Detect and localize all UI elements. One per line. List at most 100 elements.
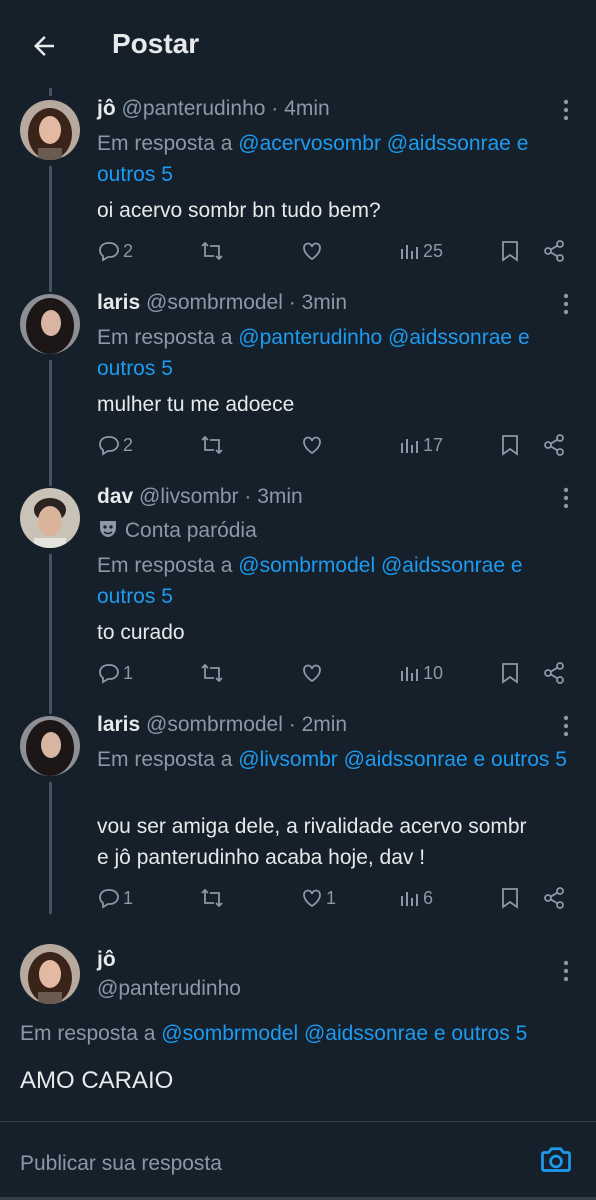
tweet-text: mulher tu me adoece	[97, 393, 295, 416]
page-title: Postar	[112, 28, 200, 59]
mention-link[interactable]: @aidssonrae	[304, 1022, 428, 1045]
share-icon	[544, 662, 564, 684]
views-button[interactable]: 25	[399, 235, 443, 267]
share-icon	[544, 434, 564, 456]
bookmark-button[interactable]	[499, 657, 521, 689]
repost-button[interactable]	[199, 429, 225, 461]
parody-label: Conta paródia	[97, 518, 257, 543]
post-text: AMO CARAIO	[20, 1067, 174, 1094]
view-count: 25	[423, 240, 444, 261]
share-button[interactable]	[542, 657, 566, 689]
reply-button[interactable]: 1	[97, 657, 133, 689]
display-name[interactable]: laris	[97, 713, 140, 736]
bookmark-button[interactable]	[499, 235, 521, 267]
repost-button[interactable]	[199, 235, 225, 267]
heart-icon	[303, 664, 321, 683]
bookmark-button[interactable]	[499, 882, 521, 914]
tweet[interactable]: dav @livsombr · 3min Conta paródia Em re…	[0, 485, 596, 691]
user-handle[interactable]: @panterudinho	[122, 97, 266, 120]
heart-icon	[303, 889, 321, 908]
tweet-text-line: e jô panterudinho acaba hoje, dav !	[97, 846, 426, 869]
tweet[interactable]: laris @sombrmodel · 3min Em resposta a @…	[0, 291, 596, 463]
reply-button[interactable]: 2	[97, 235, 133, 267]
like-button[interactable]	[300, 657, 324, 689]
reply-count: 2	[123, 434, 134, 455]
back-button[interactable]	[24, 26, 64, 66]
repost-icon	[201, 435, 223, 455]
reply-icon	[99, 436, 119, 456]
more-options-button[interactable]	[556, 97, 576, 123]
reply-input[interactable]: Publicar sua resposta	[20, 1152, 222, 1176]
user-handle[interactable]: @sombrmodel	[146, 291, 283, 314]
tweet-text: vou ser amiga dele, a rivalidade acervo …	[97, 811, 587, 873]
mention-link[interactable]: @livsombr	[238, 748, 338, 771]
display-name[interactable]: jô	[97, 948, 116, 972]
mention-link[interactable]: @aidssonrae	[381, 554, 505, 577]
mention-link[interactable]: @sombrmodel	[161, 1022, 298, 1045]
bookmark-icon	[502, 663, 518, 684]
views-button[interactable]: 6	[399, 882, 433, 914]
share-button[interactable]	[542, 882, 566, 914]
reply-button[interactable]: 2	[97, 429, 133, 461]
views-icon	[401, 439, 418, 453]
timestamp: 3min	[301, 291, 348, 314]
mention-link[interactable]: @panterudinho	[238, 326, 382, 349]
tweet-header: laris @sombrmodel · 2min	[97, 713, 347, 737]
bookmark-icon	[502, 241, 518, 262]
reply-composer[interactable]: Publicar sua resposta	[0, 1122, 596, 1200]
user-handle[interactable]: @sombrmodel	[146, 713, 283, 736]
reply-others-link[interactable]: e outros 5	[474, 748, 567, 771]
tweet-header: laris @sombrmodel · 3min	[97, 291, 347, 315]
reply-icon	[99, 664, 119, 684]
thread-line	[49, 88, 52, 96]
more-options-button[interactable]	[556, 485, 576, 511]
views-button[interactable]: 17	[399, 429, 443, 461]
repost-button[interactable]	[199, 882, 225, 914]
avatar[interactable]	[20, 944, 80, 1004]
reply-icon	[99, 889, 119, 909]
more-vertical-icon	[563, 293, 569, 315]
bookmark-icon	[502, 888, 518, 909]
parody-text: Conta paródia	[124, 519, 257, 542]
heart-icon	[303, 436, 321, 455]
tweet-text: oi acervo sombr bn tudo bem?	[97, 199, 381, 222]
separator-dot: ·	[244, 485, 252, 508]
share-button[interactable]	[542, 429, 566, 461]
tweet-header: dav @livsombr · 3min	[97, 485, 303, 509]
tweet-text: to curado	[97, 621, 185, 644]
repost-button[interactable]	[199, 657, 225, 689]
separator-dot: ·	[288, 713, 296, 736]
mention-link[interactable]: @aidssonrae	[387, 132, 511, 155]
camera-button[interactable]	[538, 1142, 574, 1178]
reply-button[interactable]: 1	[97, 882, 133, 914]
share-button[interactable]	[542, 235, 566, 267]
user-handle[interactable]: @livsombr	[139, 485, 239, 508]
reply-context: Em resposta a @livsombr @aidssonrae e ou…	[97, 744, 577, 775]
more-options-button[interactable]	[556, 958, 576, 984]
display-name[interactable]: dav	[97, 485, 133, 508]
more-vertical-icon	[563, 960, 569, 982]
display-name[interactable]: jô	[97, 97, 116, 120]
separator-dot: ·	[271, 97, 279, 120]
more-vertical-icon	[563, 487, 569, 509]
like-button[interactable]	[300, 235, 324, 267]
mention-link[interactable]: @sombrmodel	[238, 554, 375, 577]
tweet[interactable]: laris @sombrmodel · 2min Em resposta a @…	[0, 713, 596, 919]
mention-link[interactable]: @aidssonrae	[388, 326, 512, 349]
repost-icon	[201, 663, 223, 683]
user-handle[interactable]: @panterudinho	[97, 977, 241, 1001]
mention-link[interactable]: @aidssonrae	[344, 748, 468, 771]
mention-link[interactable]: @acervosombr	[238, 132, 381, 155]
like-button[interactable]	[300, 429, 324, 461]
bookmark-button[interactable]	[499, 429, 521, 461]
share-icon	[544, 240, 564, 262]
separator-dot: ·	[288, 291, 296, 314]
more-options-button[interactable]	[556, 291, 576, 317]
more-options-button[interactable]	[556, 713, 576, 739]
views-button[interactable]: 10	[399, 657, 443, 689]
display-name[interactable]: laris	[97, 291, 140, 314]
tweet[interactable]: jô @panterudinho · 4min Em resposta a @a…	[0, 97, 596, 269]
like-button[interactable]: 1	[300, 882, 336, 914]
reply-others-link[interactable]: e outros 5	[434, 1022, 527, 1045]
like-count: 1	[326, 887, 337, 908]
